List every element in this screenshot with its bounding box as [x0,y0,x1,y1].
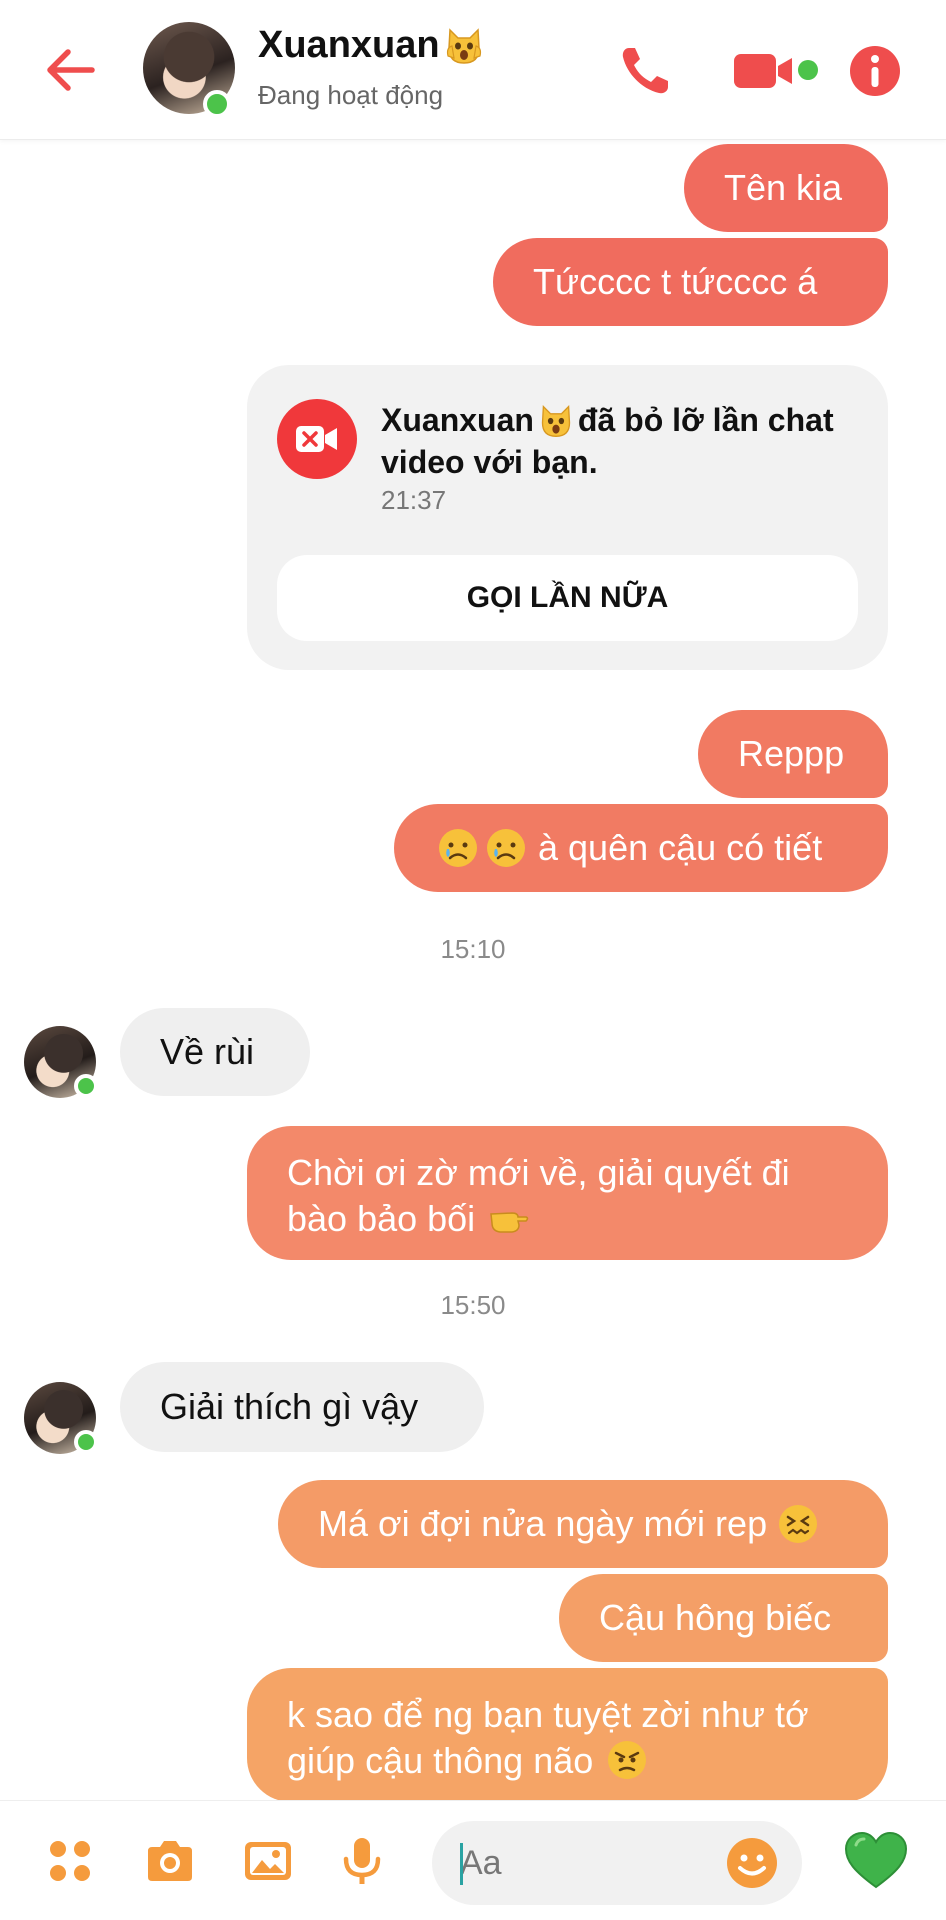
sad-face-emoji-icon [487,829,525,867]
missed-call-time: 21:37 [381,485,447,515]
angry-face-emoji-icon [608,1741,647,1779]
sent-message[interactable]: Má ơi đợi nửa ngày mới rep [278,1480,888,1568]
sent-message[interactable]: Tên kia [684,144,888,232]
online-indicator [74,1430,98,1454]
video-camera-icon[interactable] [732,40,796,102]
message-input-container[interactable] [432,1821,802,1905]
missed-video-call-card: Xuanxuan đã bỏ lỡ lần chat video với bạn… [247,365,888,670]
composer-bar [0,1800,946,1920]
sent-message[interactable]: Cậu hông biếc [559,1574,888,1662]
missed-video-call-icon [277,399,357,479]
contact-name[interactable]: Xuanxuan [258,24,484,67]
online-indicator [203,90,231,118]
menu-dots-icon[interactable] [42,1833,98,1889]
phone-icon[interactable] [614,40,676,102]
missed-call-text: Xuanxuan đã bỏ lỡ lần chat video với bạn… [381,402,834,480]
info-icon[interactable] [844,40,906,102]
message-input[interactable] [460,1821,730,1905]
timestamp: 15:10 [440,934,506,964]
heart-icon[interactable] [844,1831,908,1891]
online-indicator [74,1074,98,1098]
camera-icon[interactable] [142,1833,198,1889]
call-again-button[interactable]: GỌI LẦN NỮA [277,555,858,641]
pointing-hand-emoji-icon [490,1212,529,1233]
sent-message[interactable]: Reppp [698,710,888,798]
sent-message[interactable]: k sao để ng bạn tuyệt zời như tớ giúp cậ… [247,1668,888,1802]
status-text: Đang hoạt động [258,80,444,110]
confounded-face-emoji-icon [779,1505,818,1543]
gallery-icon[interactable] [240,1833,296,1889]
video-active-indicator [798,60,818,80]
microphone-icon[interactable] [334,1833,390,1889]
chat-header: Xuanxuan Đang hoạt động [0,0,946,140]
received-message[interactable]: Giải thích gì vậy [120,1362,484,1452]
sent-message[interactable]: à quên cậu có tiết [394,804,888,892]
weary-cat-emoji-icon [446,27,481,64]
received-message[interactable]: Về rùi [120,1008,310,1096]
back-arrow-icon[interactable] [40,40,100,100]
emoji-icon[interactable] [724,1835,780,1891]
sad-face-emoji-icon [439,829,477,867]
sent-message[interactable]: Chời ơi zờ mới về, giải quyết đi bào bảo… [247,1126,888,1260]
text-caret [460,1843,463,1885]
weary-cat-emoji-icon [541,405,571,437]
timestamp: 15:50 [440,1290,506,1320]
sent-message[interactable]: Tứcccc t tứcccc á [493,238,888,326]
